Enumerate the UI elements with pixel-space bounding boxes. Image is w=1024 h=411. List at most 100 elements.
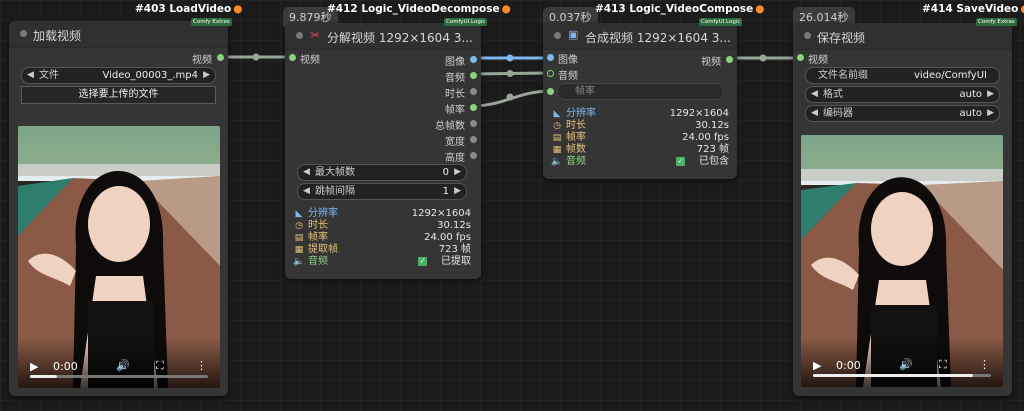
input-socket-fps[interactable]	[547, 88, 554, 95]
volume-icon[interactable]: 🔊	[116, 359, 130, 372]
film-icon: ▣	[568, 28, 579, 41]
arrow-left-icon[interactable]: ◀	[811, 106, 818, 121]
image-icon: ▦	[552, 145, 562, 155]
arrow-right-icon[interactable]: ▶	[454, 165, 461, 180]
widget-label: 文件	[39, 70, 59, 81]
info-value: 24.00 fps	[682, 132, 729, 143]
output-socket-height[interactable]	[470, 152, 477, 159]
arrow-right-icon[interactable]: ▶	[454, 184, 461, 199]
info-value: 30.12s	[695, 120, 729, 131]
node-title: 加载视频	[33, 29, 82, 43]
output-label-video: 视频	[701, 57, 721, 68]
wire-midpoint	[252, 53, 260, 61]
info-row: ▤ 帧率 24.00 fps	[551, 132, 729, 144]
output-socket-frame-count[interactable]	[470, 120, 477, 127]
input-socket-video[interactable]	[289, 54, 296, 61]
node-title: 合成视频 1292×1604 3...	[585, 31, 731, 45]
arrow-left-icon[interactable]: ◀	[303, 165, 310, 180]
output-label-fps: 帧率	[445, 105, 465, 116]
output-socket-images[interactable]	[470, 56, 477, 63]
video-progress-bar[interactable]	[813, 374, 991, 377]
arrow-right-icon[interactable]: ▶	[987, 87, 994, 102]
format-combo-widget[interactable]: ◀ 格式 auto ▶	[805, 86, 1000, 103]
node-source-tag: Comfy Extras	[976, 18, 1017, 26]
info-key: 音频	[308, 256, 328, 267]
frame-step-widget[interactable]: ◀ 跳帧间隔 1 ▶	[297, 183, 467, 200]
node-title-bar[interactable]: ▣ 合成视频 1292×1604 3...	[543, 23, 737, 50]
arrow-right-icon[interactable]: ▶	[987, 106, 994, 121]
fox-icon: ●	[1020, 3, 1024, 15]
node-title-bar[interactable]: 保存视频	[793, 23, 1012, 50]
upload-file-button[interactable]: 选择要上传的文件	[21, 86, 216, 104]
save-video-node[interactable]: 保存视频 视频 文件名前缀 video/ComfyUI ◀ 格式 auto ▶ …	[793, 23, 1012, 396]
play-icon[interactable]: ▶	[30, 360, 38, 373]
fps-input-widget[interactable]: 帧率	[557, 83, 724, 100]
info-value: 24.00 fps	[424, 232, 471, 243]
input-socket-images[interactable]	[547, 54, 554, 61]
output-socket-fps[interactable]	[470, 104, 477, 111]
node-id-badge: #403 LoadVideo ●	[135, 3, 243, 15]
output-socket-audio[interactable]	[470, 72, 477, 79]
output-socket-width[interactable]	[470, 136, 477, 143]
filename-prefix-widget[interactable]: 文件名前缀 video/ComfyUI	[805, 67, 1000, 84]
wire-midpoint	[506, 70, 514, 77]
output-socket-video[interactable]	[726, 56, 733, 63]
volume-icon[interactable]: 🔊	[899, 358, 913, 371]
node-source-tag: ComfyUI.Logic	[699, 18, 743, 26]
clock-icon: ◷	[295, 221, 303, 231]
video-progress-bar[interactable]	[30, 375, 208, 378]
load-video-node[interactable]: 加载视频 视频 ◀ 文件 Video_00003_.mp4 ▶ 选择要上传的文件	[9, 21, 228, 396]
info-row: ▦ 帧数 723 帧	[551, 144, 729, 156]
more-options-icon[interactable]: ⋮	[196, 359, 207, 372]
wire-fps	[470, 89, 550, 108]
info-value: 1292×1604	[411, 208, 471, 219]
more-options-icon[interactable]: ⋮	[979, 358, 990, 371]
widget-label: 格式	[823, 89, 843, 100]
file-combo-widget[interactable]: ◀ 文件 Video_00003_.mp4 ▶	[21, 67, 216, 84]
collapse-dot[interactable]	[554, 32, 561, 39]
max-frames-widget[interactable]: ◀ 最大帧数 0 ▶	[297, 164, 467, 181]
fox-icon: ●	[233, 3, 243, 15]
input-label-images: 图像	[558, 55, 578, 66]
arrow-left-icon[interactable]: ◀	[27, 68, 34, 83]
output-socket-duration[interactable]	[470, 88, 477, 95]
node-id-badge: #414 SaveVideo●	[922, 3, 1024, 15]
widget-label: 编码器	[823, 108, 853, 119]
input-socket-video[interactable]	[797, 54, 804, 61]
widget-label: 文件名前缀	[818, 70, 868, 81]
output-label-duration: 时长	[445, 89, 465, 100]
output-label-video: 视频	[192, 55, 212, 66]
info-row: 🔈 音频 已包含 ✓	[551, 156, 729, 168]
collapse-dot[interactable]	[804, 32, 811, 39]
collapse-dot[interactable]	[296, 32, 303, 39]
output-label-audio: 音频	[445, 73, 465, 84]
input-socket-audio[interactable]	[547, 70, 554, 77]
video-preview[interactable]: ▶ 0:00 🔊 ⛶ ⋮	[801, 135, 1003, 387]
speaker-icon: 🔈	[293, 257, 305, 267]
output-socket-video[interactable]	[217, 54, 224, 61]
video-controls: ▶ 0:00 🔊 ⛶ ⋮	[18, 338, 220, 388]
widget-value: Video_00003_.mp4	[102, 70, 198, 81]
speaker-icon: 🔈	[551, 157, 563, 167]
scissors-icon: ✂	[310, 28, 321, 42]
info-key: 音频	[566, 156, 586, 167]
info-value: 30.12s	[437, 220, 471, 231]
fullscreen-icon[interactable]: ⛶	[939, 358, 947, 372]
input-label-audio: 音频	[558, 71, 578, 82]
info-key: 帧数	[566, 144, 586, 155]
arrow-right-icon[interactable]: ▶	[203, 68, 210, 83]
fullscreen-icon[interactable]: ⛶	[156, 359, 164, 373]
collapse-dot[interactable]	[20, 30, 27, 37]
arrow-left-icon[interactable]: ◀	[303, 184, 310, 199]
info-key: 帧率	[308, 232, 328, 243]
current-time: 0:00	[53, 360, 78, 373]
node-title-bar[interactable]: ✂ 分解视频 1292×1604 3...	[285, 23, 481, 50]
arrow-left-icon[interactable]: ◀	[811, 87, 818, 102]
play-icon[interactable]: ▶	[813, 359, 821, 372]
info-row: ◣ 分辨率 1292×1604	[293, 208, 471, 220]
codec-combo-widget[interactable]: ◀ 编码器 auto ▶	[805, 105, 1000, 122]
decompose-video-node[interactable]: ✂ 分解视频 1292×1604 3... 视频 图像 音频 时长 帧率 总帧数…	[285, 23, 481, 279]
compose-video-node[interactable]: ▣ 合成视频 1292×1604 3... 图像 音频 视频 帧率 ◣ 分辨率 12…	[543, 23, 737, 179]
film-icon: ▤	[552, 133, 562, 143]
video-preview[interactable]: ▶ 0:00 🔊 ⛶ ⋮	[18, 126, 220, 388]
